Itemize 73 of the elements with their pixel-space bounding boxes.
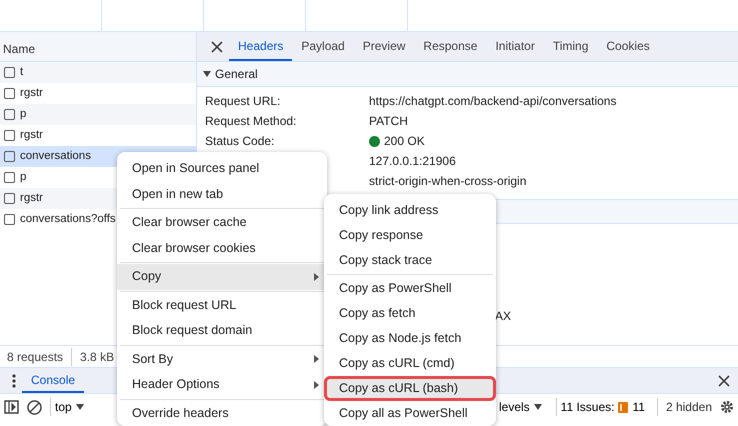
menu-item[interactable]: Header Options [117, 372, 327, 398]
request-name: rgstr [20, 128, 43, 143]
block-icon[interactable] [27, 400, 42, 414]
settings-icon[interactable] [720, 400, 734, 414]
tab[interactable]: Response [414, 32, 486, 61]
checkbox[interactable] [4, 88, 15, 99]
text-fragment: AX [495, 309, 512, 323]
request-row[interactable]: rgstr [0, 83, 196, 104]
submenu-arrow-icon [314, 380, 319, 389]
header-label: Status Code: [204, 133, 276, 150]
tab[interactable]: Initiator [486, 32, 544, 61]
menu-item[interactable]: Copy as cURL (bash) [324, 376, 496, 401]
request-row[interactable]: rgstr [0, 125, 196, 146]
hidden-count: 2 hidden [656, 398, 712, 416]
levels-dropdown[interactable]: levels [496, 398, 544, 416]
checkbox[interactable] [4, 67, 15, 78]
tab[interactable]: Cookies [597, 32, 659, 61]
header-value: 200 OK [384, 133, 425, 150]
section-title: General [215, 66, 258, 83]
request-row[interactable]: t [0, 62, 196, 83]
request-name: conversations [20, 148, 91, 164]
submenu-arrow-icon [314, 272, 319, 281]
header-value: PATCH [369, 113, 408, 130]
menu-item[interactable]: Copy stack trace [324, 248, 496, 273]
header-value: https://chatgpt.com/backend-api/conversations [369, 93, 616, 110]
checkbox[interactable] [4, 109, 15, 120]
header-value: strict-origin-when-cross-origin [369, 173, 526, 190]
menu-item[interactable]: Copy as fetch [324, 301, 496, 326]
submenu-arrow-icon [314, 355, 319, 364]
caret-icon [76, 404, 84, 410]
checkbox[interactable] [4, 130, 15, 141]
context-dropdown[interactable]: top [50, 398, 88, 416]
menu-item[interactable]: Copy all as PowerShell [324, 401, 496, 426]
header-label: Request URL: [204, 93, 282, 110]
menu-item[interactable]: Sort By [117, 346, 327, 372]
drawer-tab[interactable]: Console [22, 368, 84, 393]
header-value: 127.0.0.1:21906 [369, 153, 456, 170]
transferred-size: 3.8 kB [71, 348, 114, 366]
close-icon[interactable] [718, 374, 730, 386]
flag-icon [618, 402, 628, 412]
menu-item[interactable]: Copy as PowerShell [324, 276, 496, 301]
request-count: 8 requests [7, 348, 64, 366]
request-name: rgstr [20, 190, 43, 206]
menu-item[interactable]: Copy link address [324, 198, 496, 223]
checkbox[interactable] [4, 172, 15, 183]
request-name: t [20, 64, 24, 80]
tab[interactable]: Preview [354, 32, 414, 61]
more-options-icon[interactable] [12, 374, 16, 388]
sidebar-icon[interactable] [4, 400, 19, 414]
menu-item[interactable]: Copy response [324, 223, 496, 248]
checkbox[interactable] [4, 151, 15, 162]
menu-item[interactable]: Clear browser cookies [117, 236, 327, 261]
request-name: p [20, 170, 26, 185]
menu-item[interactable]: Block request domain [117, 318, 327, 344]
issues-button[interactable]: 11 Issues: 11 [556, 398, 649, 416]
column-header: Name [0, 32, 196, 62]
tab[interactable]: Timing [544, 32, 598, 61]
tab[interactable]: Payload [292, 32, 354, 61]
header-label: Request Method: [204, 113, 298, 130]
checkbox[interactable] [4, 193, 15, 204]
caret-icon [534, 404, 542, 410]
menu-item[interactable]: Clear browser cache [117, 210, 327, 236]
menu-item[interactable]: Copy [117, 264, 327, 290]
menu-item[interactable]: Copy as Node.js fetch [324, 326, 496, 351]
menu-item[interactable]: Copy as cURL (cmd) [324, 351, 496, 376]
request-name: conversations?offs [20, 212, 116, 227]
menu-item[interactable]: Block request URL [117, 292, 327, 318]
request-name: p [20, 106, 26, 122]
request-name: rgstr [20, 86, 43, 101]
close-icon[interactable] [211, 40, 223, 52]
checkbox[interactable] [4, 214, 15, 225]
request-row[interactable]: p [0, 104, 196, 125]
menu-item[interactable]: Override headers [117, 400, 327, 426]
